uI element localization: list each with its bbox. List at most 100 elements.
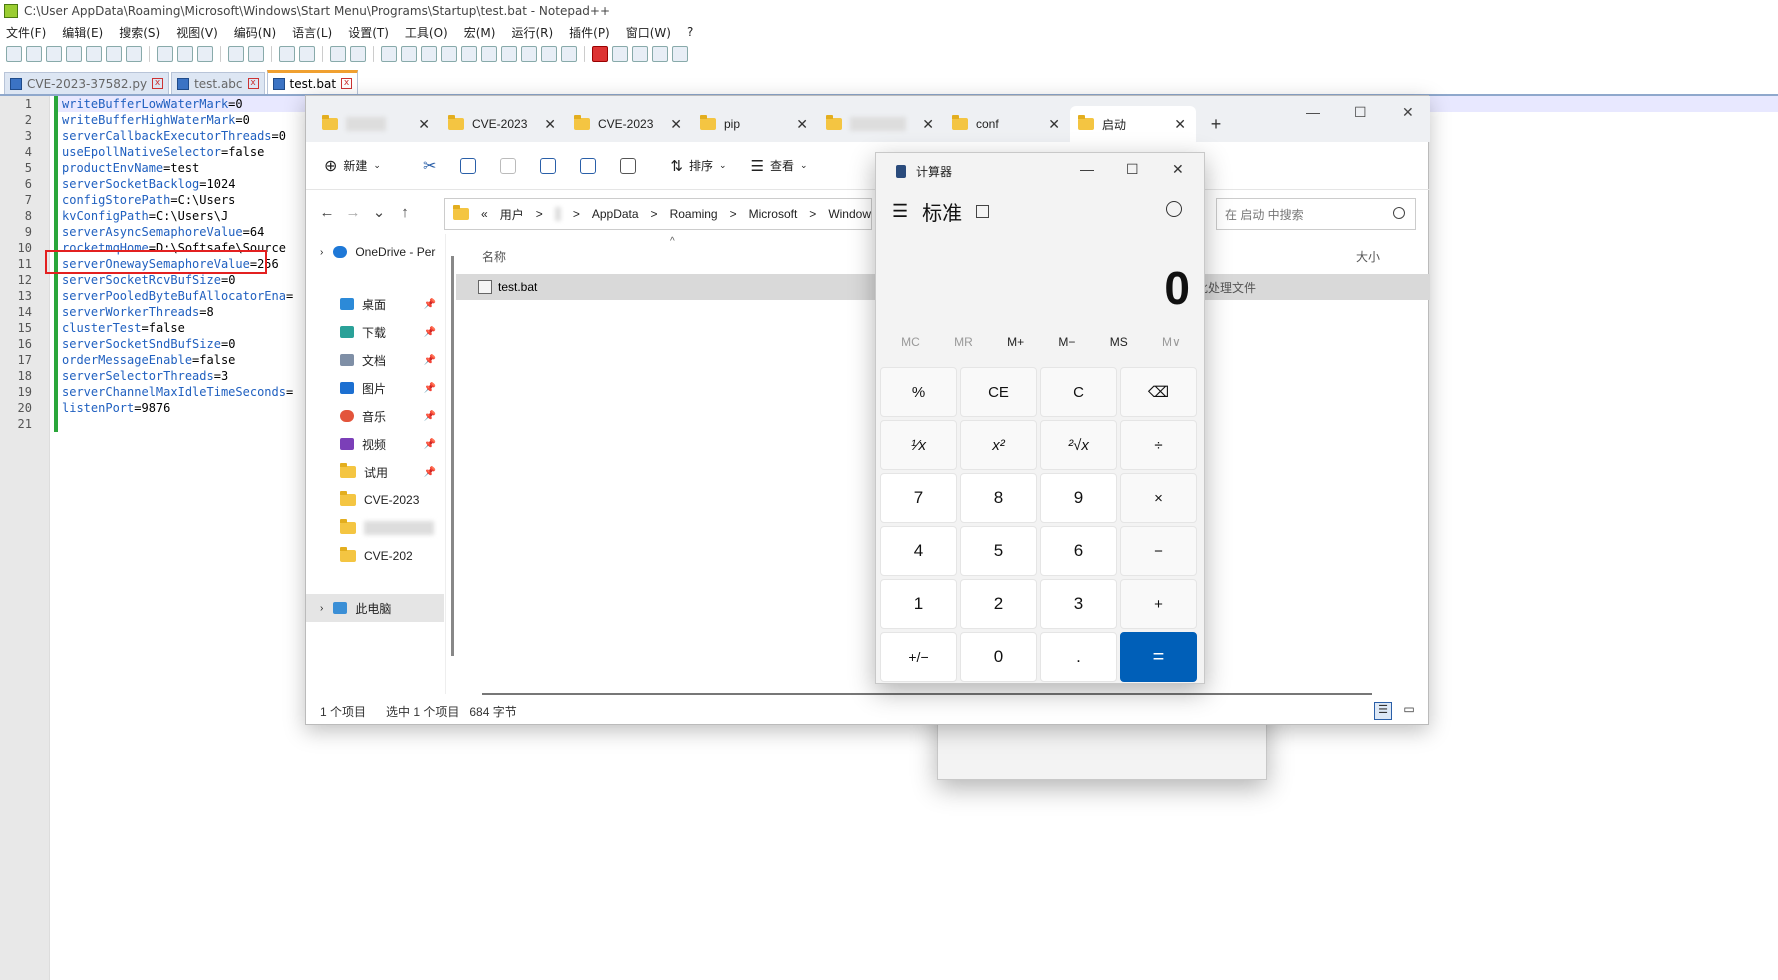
- close-tab-icon[interactable]: x: [341, 78, 353, 89]
- code-line[interactable]: serverSocketRcvBufSize=0: [62, 272, 293, 288]
- minimize-icon[interactable]: —: [1306, 104, 1320, 120]
- clear-button[interactable]: C: [1040, 367, 1117, 417]
- digit-2-button[interactable]: 2: [960, 579, 1037, 629]
- code-line[interactable]: serverWorkerThreads=8: [62, 304, 293, 320]
- zoom-out-icon[interactable]: [350, 46, 366, 62]
- breadcrumb-users[interactable]: 用户: [500, 206, 524, 223]
- close-icon[interactable]: ✕: [670, 116, 682, 133]
- memory-add-button[interactable]: M+: [1007, 335, 1024, 349]
- new-button[interactable]: ⊕ 新建 ⌄: [324, 156, 381, 176]
- column-header-size[interactable]: 大小: [1356, 248, 1380, 265]
- keep-on-top-icon[interactable]: [976, 205, 990, 218]
- menu-help[interactable]: ?: [687, 25, 693, 39]
- sidebar-item-blurred[interactable]: [306, 514, 444, 542]
- memory-recall-button[interactable]: MR: [954, 335, 973, 349]
- code-line[interactable]: serverChannelMaxIdleTimeSeconds=: [62, 384, 293, 400]
- open-file-icon[interactable]: [26, 46, 42, 62]
- pin-icon[interactable]: 📌: [424, 383, 436, 394]
- equals-button[interactable]: =: [1120, 632, 1197, 682]
- share-button[interactable]: [580, 157, 597, 174]
- explorer-tab[interactable]: conf ✕: [944, 106, 1070, 142]
- memory-subtract-button[interactable]: M−: [1058, 335, 1075, 349]
- memory-list-button[interactable]: M∨: [1162, 335, 1181, 349]
- code-line[interactable]: writeBufferLowWaterMark=0: [62, 96, 293, 112]
- sidebar-item-downloads[interactable]: 下载 📌: [306, 318, 444, 346]
- close-all-icon[interactable]: [106, 46, 122, 62]
- tiles-view-icon[interactable]: ▭: [1400, 702, 1418, 720]
- code-line[interactable]: configStorePath=C:\Users: [62, 192, 293, 208]
- menu-file[interactable]: 文件(F): [6, 24, 46, 41]
- cut-button[interactable]: ✂: [423, 156, 436, 176]
- close-icon[interactable]: ✕: [544, 116, 556, 133]
- code-line[interactable]: kvConfigPath=C:\Users\J: [62, 208, 293, 224]
- rename-button[interactable]: [540, 157, 557, 174]
- sidebar-item-this-pc[interactable]: › 此电脑: [306, 594, 444, 622]
- menu-run[interactable]: 运行(R): [511, 24, 553, 41]
- code-line[interactable]: serverSocketBacklog=1024: [62, 176, 293, 192]
- pin-icon[interactable]: 📌: [424, 355, 436, 366]
- menu-view[interactable]: 视图(V): [176, 24, 218, 41]
- minimize-icon[interactable]: —: [1080, 161, 1094, 177]
- multiply-button[interactable]: ×: [1120, 473, 1197, 523]
- sidebar-item-desktop[interactable]: 桌面 📌: [306, 290, 444, 318]
- paste-button[interactable]: [500, 157, 517, 174]
- close-icon[interactable]: ✕: [1174, 116, 1186, 133]
- sidebar-item-videos[interactable]: 视频 📌: [306, 430, 444, 458]
- sort-button[interactable]: ⇅ 排序 ⌄: [670, 157, 726, 175]
- pin-icon[interactable]: 📌: [424, 467, 436, 478]
- close-tab-icon[interactable]: x: [247, 78, 259, 89]
- add-button[interactable]: +: [1120, 579, 1197, 629]
- sidebar-item-documents[interactable]: 文档 📌: [306, 346, 444, 374]
- explorer-tab[interactable]: pip ✕: [692, 106, 818, 142]
- divide-button[interactable]: ÷: [1120, 420, 1197, 470]
- print-icon[interactable]: [126, 46, 142, 62]
- digit-9-button[interactable]: 9: [1040, 473, 1117, 523]
- breadcrumb-windows[interactable]: Window: [828, 207, 871, 221]
- tab-test-bat[interactable]: test.bat x: [266, 70, 359, 94]
- explorer-tab[interactable]: ✕: [314, 106, 440, 142]
- square-button[interactable]: x²: [960, 420, 1037, 470]
- breadcrumb-appdata[interactable]: AppData: [592, 207, 639, 221]
- pin-icon[interactable]: 📌: [424, 299, 436, 310]
- close-icon[interactable]: ✕: [1048, 116, 1060, 133]
- code-line[interactable]: orderMessageEnable=false: [62, 352, 293, 368]
- close-icon[interactable]: ✕: [922, 116, 934, 133]
- sidebar-item-pictures[interactable]: 图片 📌: [306, 374, 444, 402]
- sidebar-scrollbar[interactable]: [451, 256, 454, 656]
- tab-cve-py[interactable]: CVE-2023-37582.py x: [4, 72, 170, 94]
- code-line[interactable]: serverSelectorThreads=3: [62, 368, 293, 384]
- explorer-tab[interactable]: CVE-2023 ✕: [440, 106, 566, 142]
- square-root-button[interactable]: ²√x: [1040, 420, 1117, 470]
- udl-icon[interactable]: [481, 46, 497, 62]
- sync-horizontal-icon[interactable]: [401, 46, 417, 62]
- menu-search[interactable]: 搜索(S): [119, 24, 160, 41]
- digit-4-button[interactable]: 4: [880, 526, 957, 576]
- pin-icon[interactable]: 📌: [424, 439, 436, 450]
- code-line[interactable]: serverAsyncSemaphoreValue=64: [62, 224, 293, 240]
- hamburger-menu-icon[interactable]: ☰: [892, 201, 908, 222]
- sidebar-item-cve-202[interactable]: CVE-202: [306, 542, 444, 570]
- decimal-button[interactable]: .: [1040, 632, 1117, 682]
- menu-language[interactable]: 语言(L): [292, 24, 332, 41]
- close-icon[interactable]: ✕: [1172, 161, 1184, 178]
- menu-macro[interactable]: 宏(M): [464, 24, 496, 41]
- code-line[interactable]: productEnvName=test||calc: [62, 160, 1267, 780]
- sidebar-item-onedrive[interactable]: › OneDrive - Per: [306, 238, 444, 266]
- close-icon[interactable]: ✕: [796, 116, 808, 133]
- run-macro-multiple-icon[interactable]: [652, 46, 668, 62]
- code-line[interactable]: serverSocketSndBufSize=0: [62, 336, 293, 352]
- save-macro-icon[interactable]: [672, 46, 688, 62]
- close-icon[interactable]: [86, 46, 102, 62]
- redo-icon[interactable]: [248, 46, 264, 62]
- menu-tools[interactable]: 工具(O): [405, 24, 448, 41]
- monitoring-icon[interactable]: [561, 46, 577, 62]
- details-view-icon[interactable]: ☰: [1374, 702, 1392, 720]
- sidebar-item-trial[interactable]: 试用 📌: [306, 458, 444, 486]
- close-tab-icon[interactable]: x: [152, 78, 164, 89]
- view-button[interactable]: ☰ 查看 ⌄: [751, 157, 808, 175]
- record-macro-icon[interactable]: [592, 46, 608, 62]
- history-icon[interactable]: [1166, 201, 1182, 217]
- code-line[interactable]: serverCallbackExecutorThreads=0: [62, 128, 293, 144]
- explorer-tab[interactable]: CVE-2023 ✕: [566, 106, 692, 142]
- menu-window[interactable]: 窗口(W): [626, 24, 671, 41]
